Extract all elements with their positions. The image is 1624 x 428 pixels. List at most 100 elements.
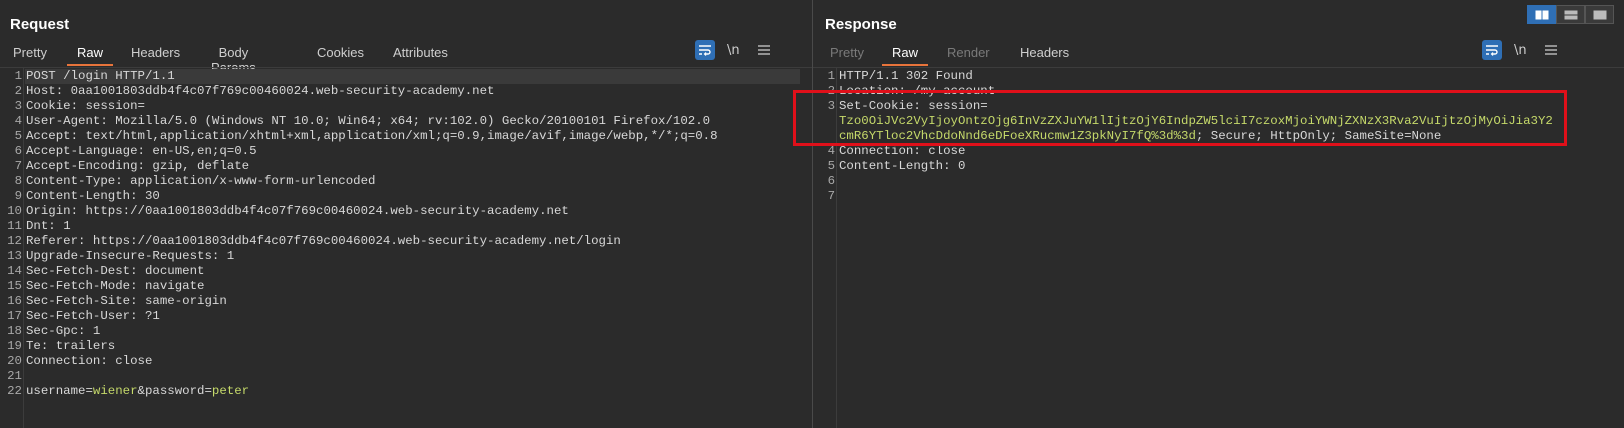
code-line: 18 Sec-Gpc: 1 xyxy=(0,324,812,339)
code-token: https://0aa1001803ddb4f4c07f769c00460024… xyxy=(92,234,621,248)
code-line: 21 xyxy=(0,369,812,384)
code-token: ?1 xyxy=(144,309,160,323)
code-line: 17 Sec-Fetch-User: ?1 xyxy=(0,309,812,324)
layout-stacked-button[interactable] xyxy=(1556,5,1585,24)
code-line: 9 Content-Length: 30 xyxy=(0,189,812,204)
code-line: 6 xyxy=(813,174,1624,189)
line-number: 4 xyxy=(827,144,835,158)
line-content: Upgrade-Insecure-Requests: 1 xyxy=(26,249,234,264)
code-line: 2 Host: 0aa1001803ddb4f4c07f769c00460024.… xyxy=(0,84,812,99)
code-token: document xyxy=(144,264,205,278)
code-token: application/x-www-form-urlencoded xyxy=(130,174,376,188)
line-number: 14 xyxy=(7,264,22,278)
line-content: Connection: close xyxy=(839,144,965,159)
code-line: 15 Sec-Fetch-Mode: navigate xyxy=(0,279,812,294)
layout-side-by-side-button[interactable] xyxy=(1527,5,1556,24)
tab-body-params[interactable]: Body Params xyxy=(211,42,256,75)
tab-headers[interactable]: Headers xyxy=(131,42,180,66)
code-token: Sec-Fetch-Site: xyxy=(26,294,145,308)
code-token: Sec-Fetch-User: xyxy=(26,309,145,323)
code-line: 10 Origin: https://0aa1001803ddb4f4c07f76… xyxy=(0,204,812,219)
code-line: 7 Accept-Encoding: gzip, deflate xyxy=(0,159,812,174)
line-content: Cookie: session= xyxy=(26,99,145,114)
code-line: 16 Sec-Fetch-Site: same-origin xyxy=(0,294,812,309)
code-line: 11 Dnt: 1 xyxy=(0,219,812,234)
code-token: Connection: xyxy=(839,144,929,158)
menu-button[interactable] xyxy=(754,40,774,60)
code-token: Accept: xyxy=(26,129,86,143)
line-number: 21 xyxy=(7,369,22,383)
line-content: Connection: close xyxy=(26,354,152,369)
show-newlines-toggle[interactable]: \n xyxy=(727,43,740,58)
code-line: 5 Accept: text/html,application/xhtml+xml… xyxy=(0,129,812,144)
code-line: 1 HTTP/1.1 302 Found xyxy=(813,69,1624,84)
code-token: gzip, deflate xyxy=(152,159,250,173)
code-token: https://0aa1001803ddb4f4c07f769c00460024… xyxy=(85,204,569,218)
line-number: 1 xyxy=(827,69,835,83)
code-line: 13 Upgrade-Insecure-Requests: 1 xyxy=(0,249,812,264)
code-line: 22 username=wiener&password=peter xyxy=(0,384,812,399)
code-line: 5 Content-Length: 0 xyxy=(813,159,1624,174)
code-line: 19 Te: trailers xyxy=(0,339,812,354)
line-number: 19 xyxy=(7,339,22,353)
code-token: 30 xyxy=(144,189,160,203)
line-content: Content-Length: 30 xyxy=(26,189,160,204)
line-content: Origin: https://0aa1001803ddb4f4c07f769c… xyxy=(26,204,569,219)
tab-pretty[interactable]: Pretty xyxy=(13,42,47,66)
code-token: Mozilla/5.0 (Windows NT 10.0; Win64; x64… xyxy=(115,114,711,128)
code-line: 4 User-Agent: Mozilla/5.0 (Windows NT 10.… xyxy=(0,114,812,129)
code-token: username= xyxy=(26,384,93,398)
line-number: 15 xyxy=(7,279,22,293)
line-number: 3 xyxy=(14,99,22,113)
tab-attributes[interactable]: Attributes xyxy=(393,42,448,66)
layout-tabs-button[interactable] xyxy=(1585,5,1614,24)
line-content: Sec-Fetch-Mode: navigate xyxy=(26,279,204,294)
tab-cookies[interactable]: Cookies xyxy=(317,42,364,66)
code-token: User-Agent: xyxy=(26,114,116,128)
code-token: Content-Length: xyxy=(839,159,958,173)
code-token: close xyxy=(928,144,966,158)
line-content: HTTP/1.1 302 Found xyxy=(839,69,973,84)
tab-render[interactable]: Render xyxy=(947,42,990,66)
menu-button[interactable] xyxy=(1541,40,1561,60)
code-token: en-US,en;q=0.5 xyxy=(152,144,257,158)
line-content: Te: trailers xyxy=(26,339,115,354)
line-content: Accept-Encoding: gzip, deflate xyxy=(26,159,249,174)
show-newlines-toggle[interactable]: \n xyxy=(1514,43,1527,58)
line-number: 5 xyxy=(14,129,22,143)
line-number: 1 xyxy=(14,69,22,83)
response-title: Response xyxy=(825,16,897,33)
tab-raw[interactable]: Raw xyxy=(881,42,929,66)
line-content: Sec-Fetch-Dest: document xyxy=(26,264,204,279)
line-content: Content-Length: 0 xyxy=(839,159,965,174)
tab-headers[interactable]: Headers xyxy=(1020,42,1069,66)
wrap-icon xyxy=(1486,45,1498,56)
code-token: 0aa1001803ddb4f4c07f769c00460024.web-sec… xyxy=(70,84,495,98)
code-token: Origin: xyxy=(26,204,86,218)
line-number: 18 xyxy=(7,324,22,338)
line-number: 6 xyxy=(14,144,22,158)
code-line: 8 Content-Type: application/x-www-form-ur… xyxy=(0,174,812,189)
line-content: User-Agent: Mozilla/5.0 (Windows NT 10.0… xyxy=(26,114,710,129)
line-number: 22 xyxy=(7,384,22,398)
wrap-lines-toggle[interactable] xyxy=(695,40,715,60)
hamburger-icon xyxy=(1544,45,1557,55)
code-token: Sec-Fetch-Mode: xyxy=(26,279,145,293)
line-content: Sec-Gpc: 1 xyxy=(26,324,100,339)
line-number: 16 xyxy=(7,294,22,308)
code-token: close xyxy=(115,354,153,368)
layout-switch xyxy=(1527,5,1614,24)
code-token: 1 xyxy=(63,219,71,233)
tab-raw[interactable]: Raw xyxy=(66,42,114,66)
line-number: 10 xyxy=(7,204,22,218)
request-editor[interactable]: 1 POST /login HTTP/1.1 2 Host: 0aa1001803dd… xyxy=(0,67,812,428)
tab-pretty[interactable]: Pretty xyxy=(830,42,864,66)
columns-icon xyxy=(1535,10,1548,19)
line-number: 2 xyxy=(14,84,22,98)
code-token: 1 xyxy=(226,249,235,263)
code-token: Sec-Fetch-Dest: xyxy=(26,264,145,278)
line-content: Sec-Fetch-User: ?1 xyxy=(26,309,160,324)
wrap-lines-toggle[interactable] xyxy=(1482,40,1502,60)
line-content: Host: 0aa1001803ddb4f4c07f769c00460024.w… xyxy=(26,84,494,99)
hamburger-icon xyxy=(757,45,770,55)
